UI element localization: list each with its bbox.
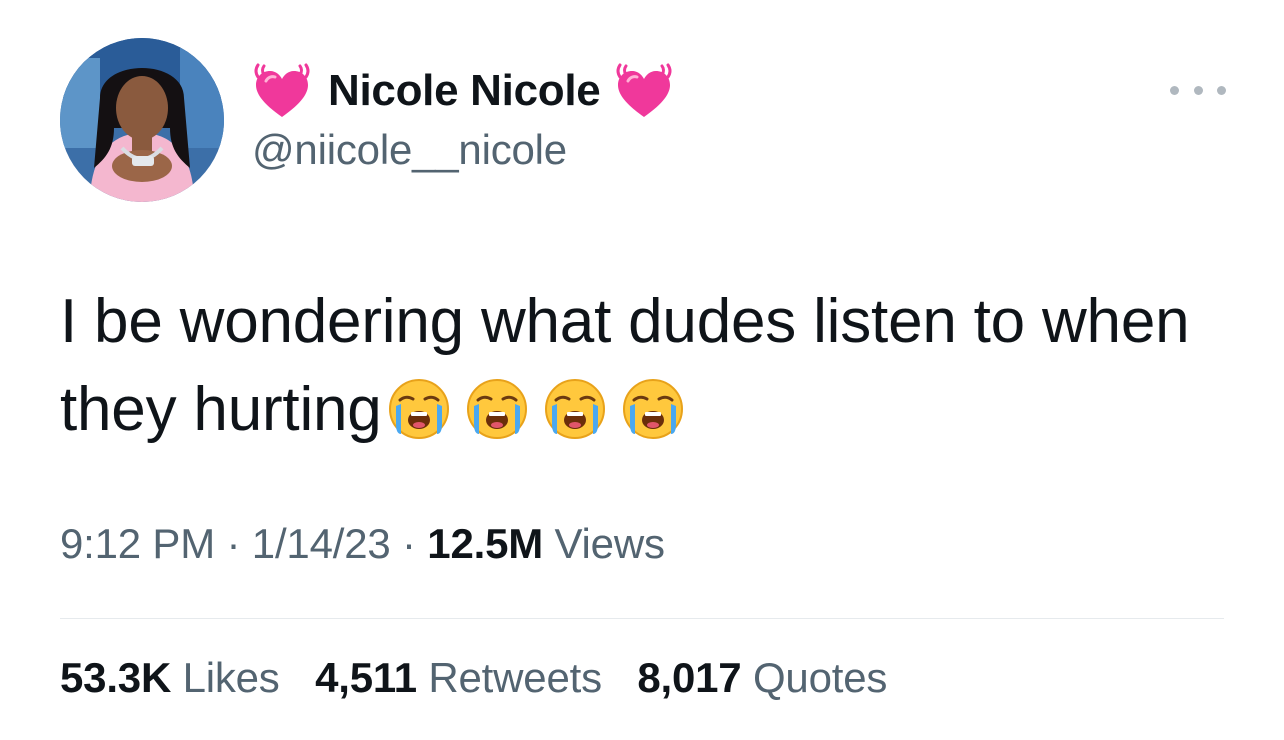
views-count: 12.5M (427, 520, 544, 567)
views-label: Views (554, 520, 665, 567)
likes-stat[interactable]: 53.3K Likes (60, 654, 280, 701)
beating-heart-icon (614, 63, 674, 119)
more-horizontal-icon[interactable] (1170, 78, 1226, 102)
user-handle[interactable]: @niicole__nicole (252, 126, 1152, 174)
beating-heart-icon (252, 63, 312, 119)
name-row: Nicole Nicole (252, 62, 1152, 120)
loudly-crying-face-icon (622, 378, 684, 440)
retweets-stat[interactable]: 4,511 Retweets (315, 654, 602, 701)
emoji-group (388, 378, 684, 440)
tweet-text: I be wondering what dudes listen to when… (60, 278, 1220, 454)
engagement-stats: 53.3K Likes 4,511 Retweets 8,017 Quotes (60, 654, 911, 702)
retweets-count: 4,511 (315, 654, 417, 701)
quotes-label: Quotes (752, 654, 888, 701)
tweet-meta: 9:12 PM · 1/14/23 · 12.5M Views (60, 520, 665, 568)
tweet-header: Nicole Nicole @niicole__nicole (252, 62, 1152, 174)
quotes-stat[interactable]: 8,017 Quotes (637, 654, 887, 701)
tweet-card: Nicole Nicole @niicole__nicole I be wond… (0, 0, 1284, 740)
divider (60, 618, 1224, 619)
likes-label: Likes (182, 654, 280, 701)
likes-count: 53.3K (60, 654, 172, 701)
meta-separator: · (402, 520, 416, 567)
tweet-time[interactable]: 9:12 PM (60, 520, 215, 567)
retweets-label: Retweets (428, 654, 602, 701)
more-dot (1170, 85, 1179, 95)
more-dot (1217, 85, 1226, 95)
meta-separator: · (226, 520, 241, 567)
avatar[interactable] (60, 38, 224, 202)
loudly-crying-face-icon (388, 378, 450, 440)
tweet-date[interactable]: 1/14/23 (252, 520, 391, 567)
loudly-crying-face-icon (466, 378, 528, 440)
more-dot (1193, 85, 1203, 95)
display-name[interactable]: Nicole Nicole (328, 66, 601, 116)
loudly-crying-face-icon (544, 378, 606, 440)
quotes-count: 8,017 (637, 654, 742, 701)
